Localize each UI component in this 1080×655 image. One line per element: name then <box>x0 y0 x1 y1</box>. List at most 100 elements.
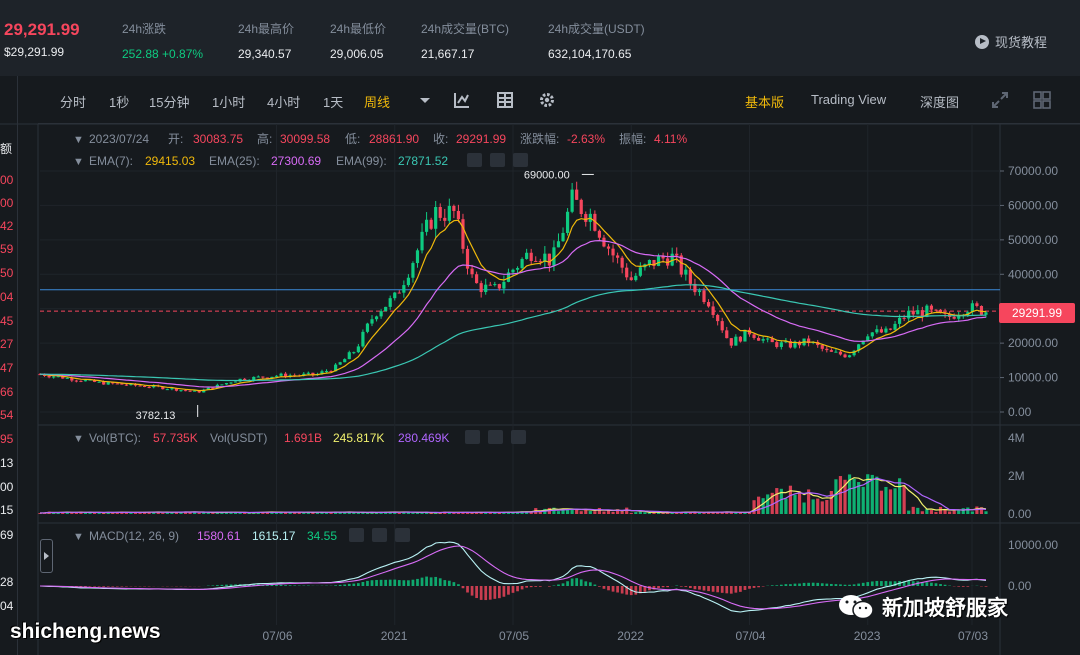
candle-body <box>393 292 397 299</box>
macd-histogram-bar <box>834 584 838 586</box>
candle-body <box>356 346 360 353</box>
macd-histogram-bar <box>370 580 374 586</box>
ema-close-icon[interactable] <box>513 153 528 167</box>
macd-histogram-bar <box>607 586 610 591</box>
macd-histogram-bar <box>616 586 619 593</box>
macd-histogram-bar <box>357 583 360 586</box>
legend-toggle-icon[interactable]: ▼ <box>73 433 84 445</box>
candle-body <box>220 384 224 386</box>
candle-body <box>52 376 56 378</box>
macd-histogram-bar <box>402 580 406 586</box>
legend-toggle-icon[interactable]: ▼ <box>73 156 84 168</box>
macd-histogram-bar <box>634 586 638 595</box>
ema25-label: EMA(25): <box>209 154 260 168</box>
candle-body <box>365 323 370 332</box>
ema-legend-buttons[interactable] <box>467 153 528 167</box>
candle-body <box>979 305 984 315</box>
macd-histogram-bar <box>884 581 888 586</box>
candle-body <box>893 323 897 330</box>
volume-bar <box>866 474 870 514</box>
macd-histogram-bar <box>939 584 942 586</box>
candle-body <box>870 332 874 337</box>
macd-histogram-bar <box>466 586 469 593</box>
volume-bar <box>929 510 934 514</box>
macd-histogram-bar <box>434 576 438 586</box>
macd-histogram-bar <box>861 582 865 586</box>
volume-bar <box>975 506 979 514</box>
candle-body <box>757 337 761 341</box>
candle-body <box>629 277 633 281</box>
candle-body <box>625 267 629 278</box>
candle-body <box>634 275 638 281</box>
time-axis-label: 2021 <box>381 629 408 643</box>
volume-bar <box>907 510 911 514</box>
ema-settings-icon[interactable] <box>490 153 505 167</box>
macd-histogram-bar <box>225 584 228 586</box>
macd-histogram-bar <box>748 586 751 589</box>
macd-histogram-bar <box>693 586 697 590</box>
candle-body <box>279 373 283 376</box>
candle-body <box>106 382 110 385</box>
macd-histogram-bar <box>716 586 720 593</box>
macd-visibility-icon[interactable] <box>349 528 364 542</box>
candle-body <box>716 314 720 322</box>
candle-body <box>338 362 342 365</box>
macd-histogram-bar <box>484 586 488 601</box>
vol-close-icon[interactable] <box>511 430 526 444</box>
volume-bar <box>761 498 765 514</box>
volume-bar <box>802 502 806 514</box>
max-label: 69000.00 <box>524 169 570 181</box>
macd-histogram-bar <box>275 584 278 586</box>
legend-toggle-icon[interactable]: ▼ <box>73 134 84 146</box>
candle-body <box>347 352 351 360</box>
macd-histogram-bar <box>711 586 715 592</box>
candle-body <box>143 385 147 387</box>
macd-histogram-bar <box>102 586 106 587</box>
macd-label: MACD(12, 26, 9) <box>89 529 179 543</box>
volume-bar <box>484 512 488 514</box>
macd-histogram-bar <box>684 586 688 587</box>
candle-body <box>656 256 661 266</box>
candle-body <box>479 283 483 293</box>
macd-histogram-bar <box>839 584 842 586</box>
candlestick-chart[interactable]: 70000.0060000.0050000.0040000.0030000.00… <box>0 0 1080 655</box>
macd-histogram-bar <box>611 586 615 592</box>
macd-histogram-bar <box>789 584 792 586</box>
price-axis-label: 20000.00 <box>1008 336 1058 350</box>
vol-usdt-value: 1.691B <box>284 431 322 445</box>
macd-histogram-bar <box>984 586 988 587</box>
volume-bar <box>766 494 770 514</box>
macd-histogram-bar <box>661 586 665 588</box>
legend-amp: 4.11% <box>654 132 687 146</box>
price-axis-label: 50000.00 <box>1008 233 1058 247</box>
vol-visibility-icon[interactable] <box>465 430 480 444</box>
vol-settings-icon[interactable] <box>488 430 503 444</box>
macd-histogram-bar <box>593 584 597 586</box>
ema-visibility-icon[interactable] <box>467 153 482 167</box>
candle-body <box>884 328 888 333</box>
volume-bar <box>161 512 165 514</box>
macd-settings-icon[interactable] <box>372 528 387 542</box>
candle-body <box>738 336 742 342</box>
macd-histogram-bar <box>830 583 833 586</box>
candle-body <box>534 260 538 262</box>
macd-histogram-bar <box>875 580 879 586</box>
ema7-value: 29415.03 <box>145 154 195 168</box>
watermark-text: shicheng.news <box>10 620 161 643</box>
macd-close-icon[interactable] <box>395 528 410 542</box>
candle-body <box>502 281 506 289</box>
volume-bar <box>952 510 956 514</box>
candle-body <box>447 205 451 221</box>
volume-bar <box>597 507 602 514</box>
collapse-panel-button[interactable] <box>40 539 53 573</box>
volume-bar <box>74 512 78 514</box>
candle-body <box>556 241 561 248</box>
volume-bar <box>83 512 88 514</box>
candle-body <box>929 305 934 310</box>
volume-bar <box>397 512 401 514</box>
time-axis-label: 2022 <box>617 629 644 643</box>
legend-toggle-icon[interactable]: ▼ <box>73 531 84 543</box>
macd-histogram-bar <box>930 582 933 586</box>
candle-body <box>575 189 579 200</box>
legend-high-label: 高: <box>257 131 272 146</box>
